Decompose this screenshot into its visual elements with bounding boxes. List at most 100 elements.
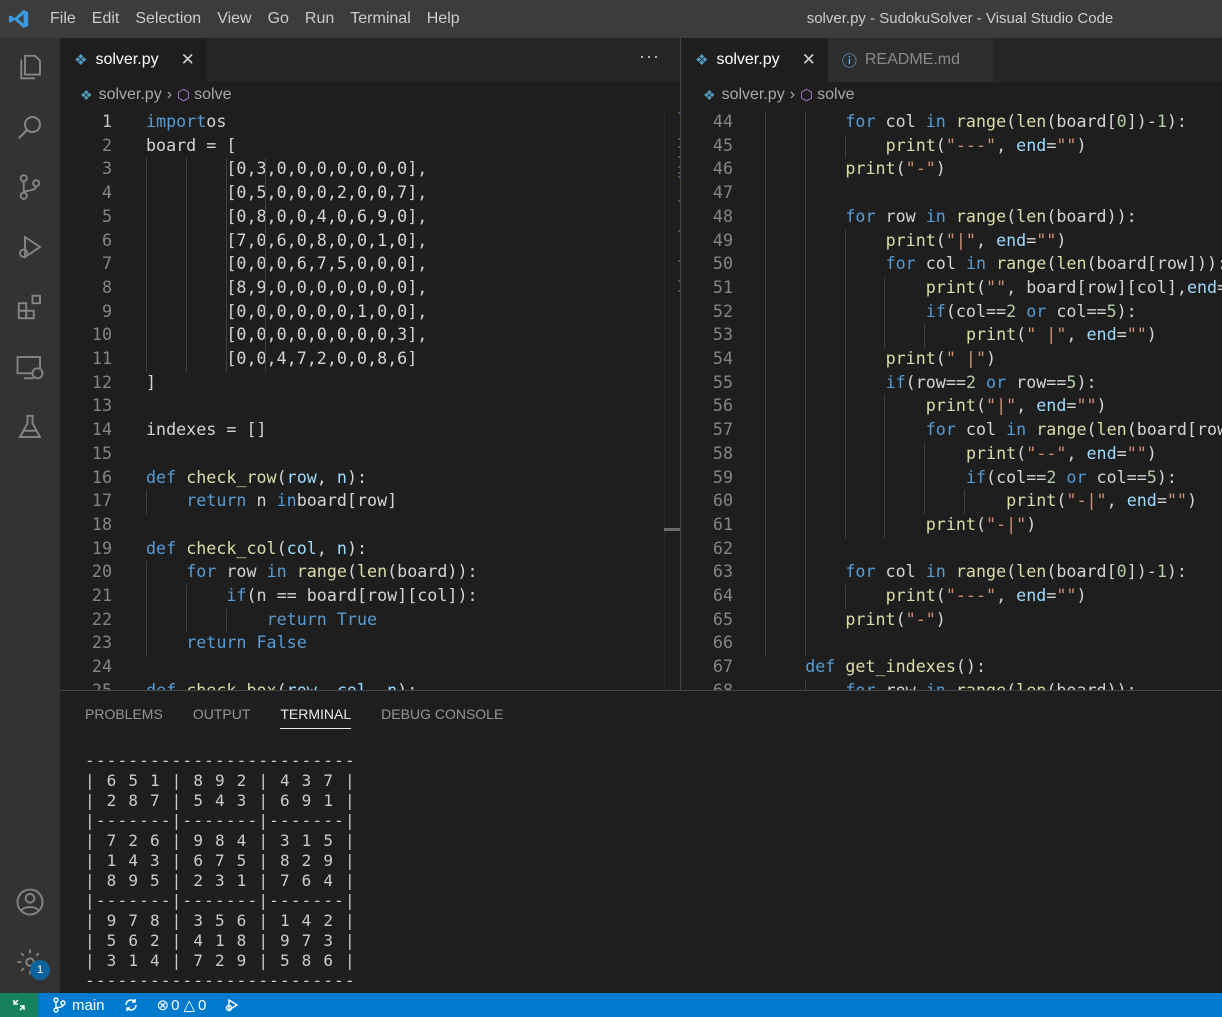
terminal-line: | 9 7 8 | 3 5 6 | 1 4 2 | [85, 911, 356, 930]
code-text: importos [146, 111, 227, 131]
code-text: print("-") [845, 608, 946, 629]
search-icon[interactable] [0, 98, 60, 156]
tab-readme-md[interactable]: ⓘ README.md [827, 38, 994, 82]
menu-selection[interactable]: Selection [127, 0, 209, 38]
close-icon[interactable]: ✕ [802, 50, 816, 70]
code-line: 17 return n inboard[row] [60, 488, 680, 512]
more-actions-icon[interactable]: ··· [639, 46, 660, 67]
code-line: 16 def check_row(row, n): [60, 465, 680, 489]
code-line: 7 [0,0,0,6,7,5,0,0,0], [60, 251, 680, 275]
menu-edit[interactable]: Edit [84, 0, 128, 38]
source-control-icon[interactable] [0, 158, 60, 216]
code-text: [0,5,0,0,0,2,0,0,7], [146, 182, 428, 203]
code-text: if(row==2 or row==5): [885, 371, 1097, 392]
line-number: 1 [101, 111, 112, 131]
code-line: 64 print("---", end="") [681, 583, 1222, 607]
terminal-output[interactable]: ------------------------- | 6 5 1 | 8 9 2… [85, 751, 356, 991]
settings-gear-icon[interactable]: 1 [0, 933, 60, 991]
menu-terminal[interactable]: Terminal [342, 0, 418, 38]
run-debug-status-icon[interactable] [224, 997, 240, 1013]
indent-guide [884, 276, 886, 348]
line-number: 4 [101, 182, 112, 203]
line-number: 10 [91, 324, 112, 345]
code-line: 58 print("--", end="") [681, 441, 1222, 465]
code-line: 10 [0,0,0,0,0,0,0,0,3], [60, 322, 680, 346]
tab-output[interactable]: OUTPUT [193, 706, 251, 729]
code-line: 13 [60, 393, 680, 417]
terminal-line: | 3 1 4 | 7 2 9 | 5 8 6 | [85, 951, 356, 970]
line-number: 48 [712, 205, 733, 226]
left-scrollbar[interactable] [664, 110, 678, 690]
close-icon[interactable]: ✕ [181, 50, 195, 70]
breadcrumb-symbol[interactable]: solve [817, 86, 854, 104]
line-number: 63 [712, 561, 733, 582]
breadcrumb-file[interactable]: solver.py [722, 86, 785, 104]
tab-solver-py-left[interactable]: ❖ solver.py ✕ [60, 38, 207, 82]
branch-indicator[interactable]: main [52, 997, 105, 1014]
python-file-icon: ❖ [74, 52, 88, 69]
line-number: 59 [712, 466, 733, 487]
git-branch-icon [53, 997, 66, 1013]
code-line: 2 board = [ [60, 133, 680, 157]
menu-view[interactable]: View [209, 0, 259, 38]
tab-solver-py-right[interactable]: ❖ solver.py ✕ [681, 38, 828, 82]
code-line: 63 for col in range(len(board[0])-1): [681, 559, 1222, 583]
code-text: print("", board[row][col],end="") [925, 276, 1222, 297]
scroll-thumb[interactable] [664, 528, 680, 531]
bottom-panel: PROBLEMS OUTPUT TERMINAL DEBUG CONSOLE -… [60, 690, 1222, 993]
menu-go[interactable]: Go [260, 0, 297, 38]
code-text: if(col==2 or col==5): [965, 466, 1177, 487]
menu-help[interactable]: Help [419, 0, 468, 38]
line-number: 6 [101, 229, 112, 250]
code-line: 61 print("-|") [681, 512, 1222, 536]
problems-indicator[interactable]: ⊗ 0 △ 0 [157, 996, 207, 1015]
code-text: [7,0,6,0,8,0,0,1,0], [146, 229, 428, 250]
code-text: indexes = [] [146, 419, 267, 440]
code-line: 50 for col in range(len(board[row])): [681, 251, 1222, 275]
line-number: 15 [91, 442, 112, 463]
code-text: [8,9,0,0,0,0,0,0,0], [146, 276, 428, 297]
code-line: 68 for row in range(len(board)): [681, 678, 1222, 690]
remote-explorer-icon[interactable] [0, 338, 60, 396]
tab-debug-console[interactable]: DEBUG CONSOLE [381, 706, 503, 729]
code-line: 56 print("|", end="") [681, 393, 1222, 417]
terminal-line: |-------|-------|-------| [85, 891, 356, 910]
sync-icon[interactable] [123, 997, 139, 1013]
breadcrumb-file[interactable]: solver.py [99, 86, 162, 104]
code-text: [0,0,0,0,0,0,0,0,3], [146, 324, 428, 345]
line-number: 56 [712, 395, 733, 416]
code-text: for row in range(len(board)): [845, 205, 1137, 226]
code-line: 52 if(col==2 or col==5): [681, 299, 1222, 323]
code-text: print(" |", end="") [965, 324, 1157, 345]
code-text: for col in range(len(board[0])-1): [845, 111, 1187, 131]
remote-indicator-icon[interactable] [0, 993, 38, 1017]
settings-update-badge: 1 [30, 960, 50, 980]
breadcrumb-symbol[interactable]: solve [194, 86, 231, 104]
line-number: 3 [101, 158, 112, 179]
menu-run[interactable]: Run [297, 0, 342, 38]
code-line: 22 return True [60, 607, 680, 631]
code-line: 59 if(col==2 or col==5): [681, 465, 1222, 489]
menu-file[interactable]: File [42, 0, 84, 38]
line-number: 52 [712, 300, 733, 321]
run-debug-icon[interactable] [0, 218, 60, 276]
tab-terminal[interactable]: TERMINAL [280, 706, 352, 729]
code-text: board = [ [146, 134, 237, 155]
code-text: return True [266, 608, 378, 629]
breadcrumb: ❖ solver.py › ⬡ solve [80, 82, 232, 108]
testing-flask-icon[interactable] [0, 398, 60, 456]
line-number: 62 [712, 537, 733, 558]
indent-guide [765, 111, 766, 657]
explorer-icon[interactable] [0, 38, 60, 96]
right-tab-bar: ❖ solver.py ✕ ⓘ README.md [681, 38, 1222, 82]
code-line: 57 for col in range(len(board[row])): [681, 417, 1222, 441]
vscode-logo-icon [0, 0, 38, 38]
extensions-icon[interactable] [0, 278, 60, 336]
title-bar: File Edit Selection View Go Run Terminal… [0, 0, 1222, 38]
tab-problems[interactable]: PROBLEMS [85, 706, 163, 729]
line-number: 19 [91, 537, 112, 558]
account-icon[interactable] [0, 873, 60, 931]
line-number: 50 [712, 253, 733, 274]
code-line: 67 def get_indexes(): [681, 654, 1222, 678]
code-text: print("--", end="") [965, 442, 1157, 463]
